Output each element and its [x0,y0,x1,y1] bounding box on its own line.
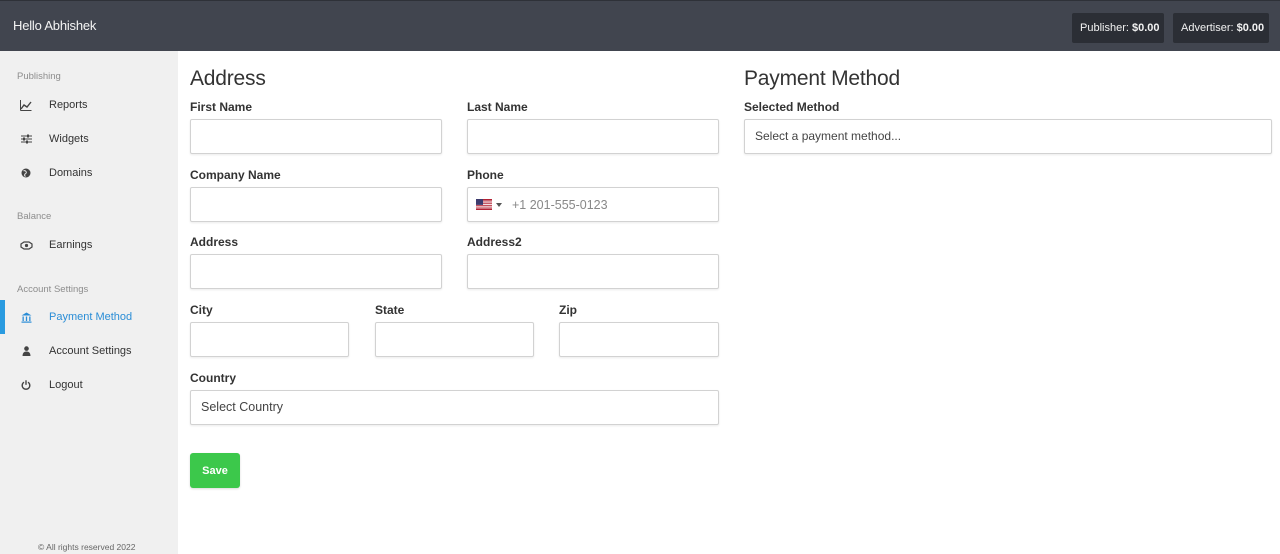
sidebar-item-earnings[interactable]: Earnings [0,228,178,262]
sidebar-section-publishing: Publishing [17,71,61,82]
sidebar-item-payment-method[interactable]: Payment Method [0,300,178,334]
advertiser-balance-label: Advertiser: [1181,22,1237,34]
publisher-balance-badge[interactable]: Publisher: $0.00 [1072,13,1164,43]
footer-copyright: © All rights reserved 2022 [38,542,136,552]
publisher-balance-value: $0.00 [1131,22,1160,34]
us-flag-icon[interactable] [476,199,492,210]
sidebar-item-label: Account Settings [49,345,132,357]
country-select[interactable]: Select Country [190,390,719,425]
address2-field[interactable] [467,254,719,289]
greeting-text: Hello Abhishek [13,18,97,33]
phone-field[interactable] [504,188,716,221]
phone-field-group [467,187,719,222]
sidebar-item-account-settings[interactable]: Account Settings [0,334,178,368]
publisher-balance-label: Publisher: [1080,22,1132,34]
sidebar-item-label: Payment Method [49,311,133,323]
sidebar-section-account-settings: Account Settings [17,284,89,295]
top-bar: Hello Abhishek Publisher: $0.00 Advertis… [0,0,1280,51]
advertiser-balance-badge[interactable]: Advertiser: $0.00 [1173,13,1269,43]
sidebar-item-reports[interactable]: Reports [0,88,178,122]
sidebar-item-domains[interactable]: Domains [0,156,178,190]
sidebar: Publishing Reports Widgets Domains Balan… [0,51,178,554]
payment-method-select[interactable]: Select a payment method... [744,119,1272,154]
company-name-field[interactable] [190,187,442,222]
first-name-field[interactable] [190,119,442,154]
sliders-icon [19,132,33,146]
sidebar-item-label: Reports [49,99,88,111]
sidebar-item-widgets[interactable]: Widgets [0,122,178,156]
sidebar-item-label: Domains [49,167,93,179]
address-heading: Address [190,67,266,90]
last-name-label: Last Name [467,100,528,114]
payment-method-heading: Payment Method [744,67,900,90]
bank-icon [19,310,33,324]
sidebar-item-label: Logout [49,379,83,391]
zip-field[interactable] [559,322,719,357]
address-field[interactable] [190,254,442,289]
money-icon [19,238,33,252]
sidebar-item-logout[interactable]: Logout [0,368,178,402]
sidebar-item-label: Widgets [49,133,89,145]
globe-icon [19,166,33,180]
chevron-down-icon[interactable] [496,203,502,207]
zip-label: Zip [559,303,577,317]
city-label: City [190,303,213,317]
chart-line-icon [19,98,33,112]
save-button[interactable]: Save [190,453,240,488]
address-label: Address [190,235,239,249]
city-field[interactable] [190,322,349,357]
country-select-value: Select Country [201,400,283,414]
state-label: State [375,303,405,317]
user-icon [19,344,33,358]
last-name-field[interactable] [467,119,719,154]
state-field[interactable] [375,322,534,357]
company-name-label: Company Name [190,168,281,182]
advertiser-balance-value: $0.00 [1236,22,1265,34]
payment-method-select-value: Select a payment method... [755,129,902,143]
sidebar-item-label: Earnings [49,239,93,251]
phone-label: Phone [467,168,504,182]
power-icon [19,378,33,392]
sidebar-section-balance: Balance [17,211,52,222]
address2-label: Address2 [467,235,522,249]
selected-method-label: Selected Method [744,100,840,114]
country-label: Country [190,371,236,385]
first-name-label: First Name [190,100,253,114]
